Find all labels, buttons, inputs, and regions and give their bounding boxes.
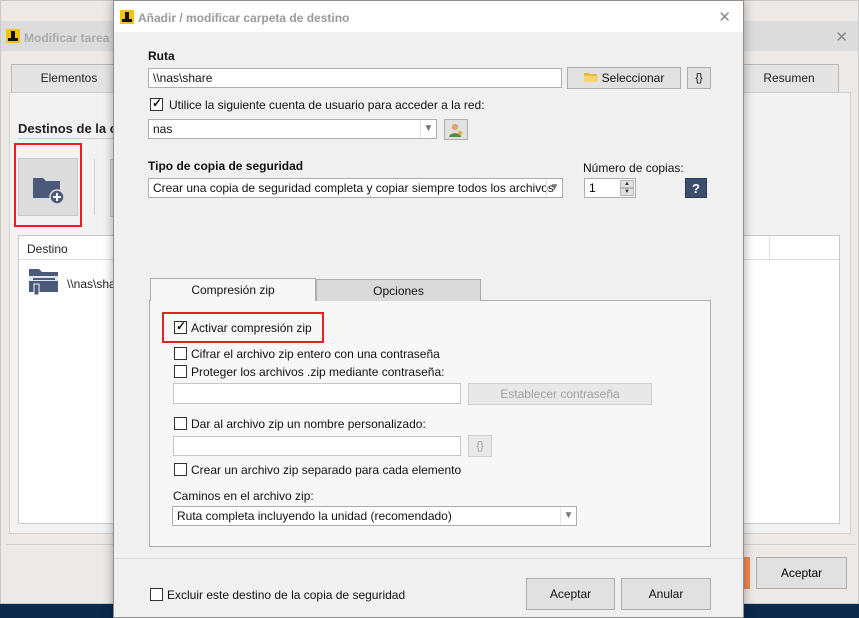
set-password-button[interactable]: Establecer contraseña	[468, 383, 652, 405]
column-destino[interactable]: Destino	[27, 242, 68, 256]
dialog-titlebar: Añadir / modificar carpeta de destino ✕	[114, 1, 743, 32]
user-key-icon	[449, 123, 463, 137]
encrypt-zip-label: Cifrar el archivo zip entero con una con…	[191, 347, 440, 361]
tab-elementos[interactable]: Elementos	[11, 64, 127, 92]
stepper-down-icon[interactable]: ▼	[620, 188, 634, 196]
custom-name-variables-button[interactable]: {}	[468, 435, 492, 457]
primary-button-edge[interactable]	[743, 557, 750, 589]
activate-zip-label: Activar compresión zip	[191, 321, 312, 335]
accept-button[interactable]: Aceptar	[526, 578, 615, 610]
path-label: Ruta	[148, 49, 175, 63]
chevron-down-icon: ▼	[546, 179, 562, 197]
custom-name-input[interactable]	[173, 436, 461, 456]
user-account-button[interactable]	[444, 119, 468, 140]
column-separator	[769, 236, 770, 260]
separate-zip-checkbox[interactable]	[174, 463, 187, 476]
help-button[interactable]: ?	[685, 178, 707, 198]
destinations-heading: Destinos de la c	[18, 121, 117, 136]
select-folder-label: Seleccionar	[601, 71, 665, 85]
toolbar-separator	[94, 159, 95, 215]
zip-paths-label: Caminos en el archivo zip:	[173, 489, 314, 503]
use-account-label: Utilice la siguiente cuenta de usuario p…	[169, 98, 485, 112]
exclude-destination-label: Excluir este destino de la copia de segu…	[167, 588, 406, 602]
list-item-path: \\nas\shar	[67, 277, 120, 291]
protect-zip-checkbox[interactable]	[174, 365, 187, 378]
protect-zip-label: Proteger los archivos .zip mediante cont…	[191, 365, 445, 379]
chevron-down-icon: ▼	[420, 120, 436, 138]
custom-name-checkbox[interactable]	[174, 417, 187, 430]
zip-password-input[interactable]	[173, 383, 461, 404]
select-folder-button[interactable]: Seleccionar	[567, 67, 681, 89]
zip-folder-icon	[29, 269, 58, 296]
separate-zip-label: Crear un archivo zip separado para cada …	[191, 463, 462, 477]
chevron-down-icon: ▼	[560, 507, 576, 525]
path-variables-button[interactable]: {}	[687, 67, 711, 89]
heading-divider	[18, 138, 114, 139]
copies-label: Número de copias:	[583, 161, 684, 175]
backup-type-value: Crear una copia de seguridad completa y …	[153, 181, 554, 195]
tab-options[interactable]: Opciones	[316, 279, 481, 301]
folder-icon	[583, 73, 598, 82]
close-icon[interactable]: ✕	[718, 8, 731, 26]
background-window-title: Modificar tarea	[24, 31, 110, 45]
tab-resumen[interactable]: Resumen	[739, 64, 839, 92]
tab-label: Elementos	[40, 71, 98, 85]
copies-stepper[interactable]: 1 ▲ ▼	[584, 178, 636, 198]
destination-dialog: Añadir / modificar carpeta de destino ✕ …	[113, 0, 744, 618]
custom-name-label: Dar al archivo zip un nombre personaliza…	[191, 417, 426, 431]
add-button-highlight	[14, 143, 82, 227]
app-logo-icon	[6, 29, 20, 43]
encrypt-zip-checkbox[interactable]	[174, 347, 187, 360]
dialog-title: Añadir / modificar carpeta de destino	[138, 11, 350, 25]
copies-value: 1	[589, 181, 596, 195]
app-logo-icon	[120, 10, 134, 24]
zip-paths-value: Ruta completa incluyendo la unidad (reco…	[177, 509, 452, 523]
tab-label: Resumen	[763, 71, 815, 85]
account-value: nas	[153, 122, 173, 136]
backup-type-label: Tipo de copia de seguridad	[148, 159, 304, 173]
path-input[interactable]: \\nas\share	[148, 68, 562, 88]
background-close-icon[interactable]: ✕	[835, 28, 848, 46]
stepper-up-icon[interactable]: ▲	[620, 180, 634, 188]
activate-zip-checkbox[interactable]	[174, 319, 187, 334]
account-select[interactable]: nas ▼	[148, 119, 437, 139]
backup-type-select[interactable]: Crear una copia de seguridad completa y …	[148, 178, 563, 198]
use-account-checkbox[interactable]	[150, 96, 163, 111]
dialog-bottom-divider	[114, 558, 743, 559]
zip-paths-select[interactable]: Ruta completa incluyendo la unidad (reco…	[172, 506, 577, 526]
exclude-destination-checkbox[interactable]	[150, 588, 163, 601]
cancel-button[interactable]: Anular	[621, 578, 711, 610]
background-accept-button[interactable]: Aceptar	[756, 557, 847, 589]
tab-zip-compression[interactable]: Compresión zip	[150, 278, 316, 301]
